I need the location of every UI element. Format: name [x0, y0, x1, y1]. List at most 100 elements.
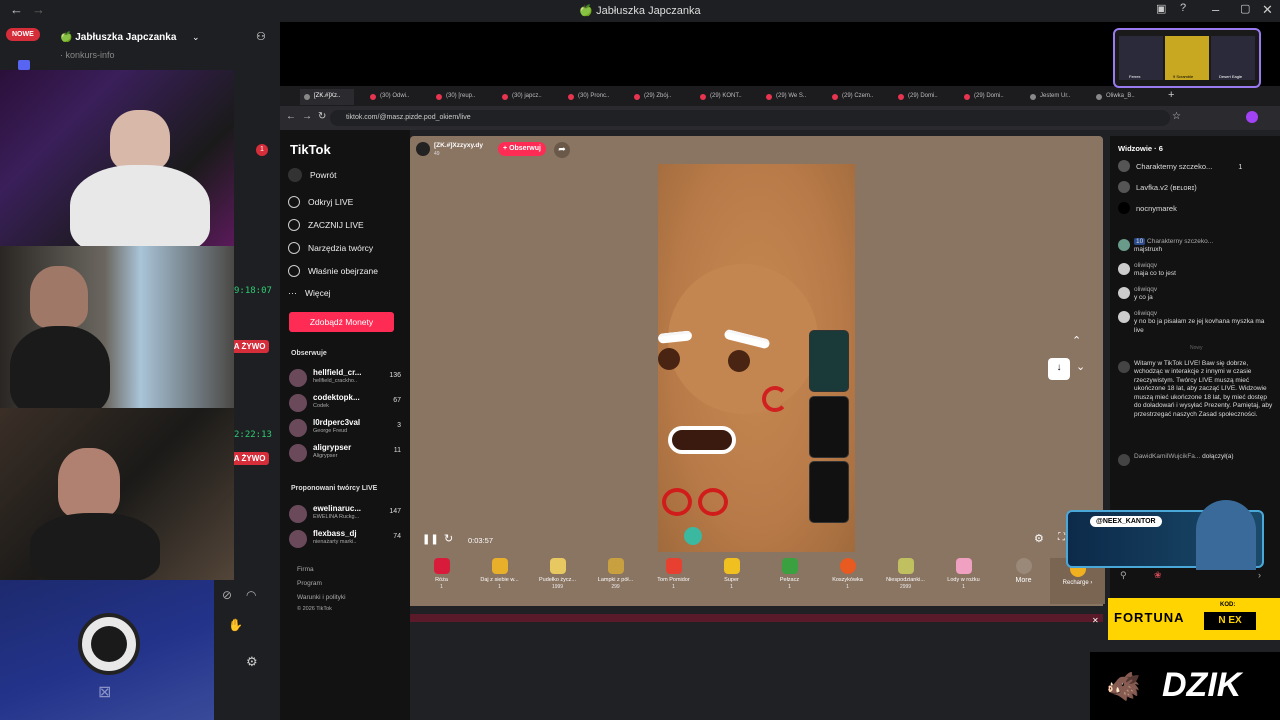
activity-icon[interactable]: ✋ [228, 618, 243, 632]
url-input[interactable]: tiktok.com/@masz.pizde.pod_okiem/live [330, 110, 1170, 126]
chevron-up-icon[interactable]: ⌃ [1072, 334, 1081, 347]
fortuna-logo: FORTUNA [1114, 610, 1185, 625]
tab[interactable]: (29) Zbój.. [630, 89, 684, 105]
stream-thumbnail[interactable] [809, 461, 849, 523]
gift-item[interactable]: Niespodzianki... 2999 [878, 558, 933, 590]
stream-thumbnail[interactable] [809, 330, 849, 392]
nav-recently-watched[interactable]: Właśnie obejrzane [288, 265, 378, 277]
gift-item[interactable]: Lampki z pół... 299 [588, 558, 643, 590]
close-icon[interactable]: ✕ [1262, 2, 1273, 18]
suggested-account[interactable]: flexbass_dj nienażarty marki.. 74 [289, 529, 401, 551]
person-head [30, 266, 88, 328]
mouth [668, 426, 736, 454]
follow-button[interactable]: + Obserwuj [498, 142, 546, 156]
new-tab-icon[interactable]: + [1168, 89, 1174, 101]
tab-active[interactable]: [ZK.#]Xz.. [300, 89, 354, 105]
nav-start-live[interactable]: ZACZNIJ LIVE [288, 219, 364, 231]
monitor-icon[interactable]: ▣ [1156, 2, 1166, 15]
followed-account[interactable]: aligrypser Aligrypser 11 [289, 443, 401, 465]
chat-message: oliwiqqv y co ja [1118, 286, 1273, 303]
avatar [1118, 311, 1130, 323]
tab[interactable]: (30) [reup.. [432, 89, 486, 105]
gear-icon[interactable]: ⚙ [246, 654, 258, 670]
tab[interactable]: (29) Domi.. [894, 89, 948, 105]
close-icon[interactable]: ✕ [1092, 616, 1099, 625]
followed-account[interactable]: hellfield_cr... hellfield_crackho.. 136 [289, 368, 401, 390]
chevron-down-icon[interactable]: ⌄ [1076, 360, 1085, 373]
star-icon[interactable]: ☆ [1172, 111, 1181, 122]
minimize-icon[interactable]: – [1212, 2, 1219, 17]
stream-thumbnail[interactable] [809, 396, 849, 458]
nav-creator-tools[interactable]: Narzędzia twórcy [288, 242, 373, 254]
gift-item[interactable]: Pudełko życz... 1999 [530, 558, 585, 590]
tab[interactable]: (29) Czem.. [828, 89, 882, 105]
streamer-name: [ZK.#]Xzzyxy.dy [434, 142, 484, 149]
tab[interactable]: (30) Pronc.. [564, 89, 618, 105]
headphone-icon[interactable]: ◠ [246, 588, 256, 602]
copyright: © 2026 TikTok [297, 606, 332, 612]
more-icon: ··· [288, 288, 297, 298]
pause-icon[interactable]: ❚❚ [422, 534, 439, 545]
channel-name[interactable]: · konkurs-info [60, 50, 115, 60]
forward-icon[interactable]: → [302, 111, 312, 122]
instagram-handle: @NEEX_KANTOR [1090, 516, 1162, 527]
chevron-right-icon[interactable]: › [1258, 570, 1261, 580]
more-gifts-button[interactable]: More [996, 558, 1051, 584]
footer-link[interactable]: Warunki i polityki [297, 594, 346, 601]
server-name[interactable]: 🍏 Jabłuszka Japczanka [60, 32, 176, 43]
nav-more[interactable]: ··· Więcej [288, 288, 331, 298]
viewer-item[interactable]: Lavfka.v2 (ʙᴇʟᴏʀɪ) [1118, 181, 1197, 193]
tab[interactable]: Oliwka_B.. [1092, 89, 1146, 105]
tab[interactable]: (29) We S.. [762, 89, 816, 105]
gift-item[interactable]: Tom Pomidor 1 [646, 558, 701, 590]
mute-icon[interactable]: ⊘ [222, 588, 232, 602]
followed-account[interactable]: codektopk... Codek 67 [289, 393, 401, 415]
tab[interactable]: (30) Odwi.. [366, 89, 420, 105]
refresh-icon[interactable]: ↻ [444, 532, 453, 545]
fullscreen-icon[interactable]: ⛶ [1058, 532, 1065, 543]
dzik-sponsor: 🐗 DZIK [1090, 652, 1280, 720]
live-player[interactable]: [ZK.#]Xzzyxy.dy 49 + Obserwuj ➦ ⌃ ↓ ⌄ ❚❚… [410, 136, 1103, 606]
share-icon[interactable]: ➦ [554, 142, 570, 158]
gift-bar: Róża 1 Daj z siebie w... 1 Pudełko życz...… [410, 552, 1105, 606]
tab[interactable]: (30) japcz.. [498, 89, 552, 105]
camera-off-icon[interactable]: ⊠ [98, 682, 111, 702]
tab[interactable]: Jestem Ur.. [1026, 89, 1080, 105]
get-coins-button[interactable]: Zdobądź Monety [289, 312, 394, 332]
search-icon[interactable]: ⚲ [1120, 570, 1127, 581]
back-link[interactable]: Powrót [288, 168, 336, 182]
gift-item[interactable]: Róża 1 [414, 558, 469, 590]
tiktok-logo[interactable]: TikTok [290, 142, 331, 157]
chevron-down-icon[interactable]: ⌄ [192, 32, 200, 43]
viewer-item[interactable]: Charakterny szczeko... 1 [1118, 160, 1242, 172]
gift-item[interactable]: Pełzacz 1 [762, 558, 817, 590]
gift-item[interactable]: Super 1 [704, 558, 759, 590]
maximize-icon[interactable]: ▢ [1240, 2, 1250, 15]
reload-icon[interactable]: ↻ [318, 111, 326, 122]
webcam-feed [0, 246, 234, 408]
person-body [10, 326, 110, 408]
help-icon[interactable]: ? [1180, 2, 1186, 14]
mascot-figure [1196, 500, 1256, 570]
gift-item[interactable]: Daj z siebie w... 1 [472, 558, 527, 590]
gift-item[interactable]: Koszykówka 1 [820, 558, 875, 590]
download-icon[interactable]: ↓ [1048, 358, 1070, 380]
suggested-account[interactable]: ewelinaruc... EWELINA Ruckg... 147 [289, 504, 401, 526]
settings-icon[interactable]: ⚙ [1034, 532, 1044, 545]
add-user-icon[interactable]: ⚇ [256, 30, 266, 43]
tab[interactable]: (29) KONT.. [696, 89, 750, 105]
footer-link[interactable]: Firma [297, 566, 314, 573]
gift-item[interactable]: Lody w rożku 1 [936, 558, 991, 590]
fortuna-banner: FORTUNA KOD: N EX [1108, 598, 1280, 640]
profile-avatar[interactable] [1246, 111, 1258, 123]
footer-link[interactable]: Program [297, 580, 322, 587]
eye [658, 348, 680, 370]
folder-icon[interactable] [18, 60, 30, 70]
back-icon[interactable]: ← [286, 111, 296, 122]
gift-icon[interactable]: ❀ [1154, 570, 1162, 581]
viewer-item[interactable]: nocnymarek [1118, 202, 1177, 214]
tab[interactable]: (29) Domi.. [960, 89, 1014, 105]
gift-icon [549, 558, 566, 574]
followed-account[interactable]: l0rdperc3val George Freud 3 [289, 418, 401, 440]
nav-discover-live[interactable]: Odkryj LIVE [288, 196, 353, 208]
